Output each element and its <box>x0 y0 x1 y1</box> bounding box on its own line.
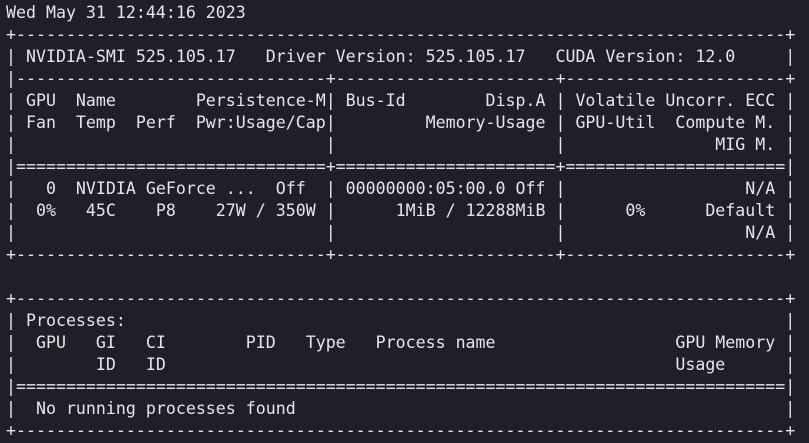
gpu-header-row-3: | | | MIG M. | <box>6 135 796 154</box>
table-top-border: +---------------------------------------… <box>6 25 796 44</box>
processes-header-row-2: | ID ID Usage | <box>6 355 796 374</box>
gpu-table-bottom-border: +-------------------------------+-------… <box>6 245 796 264</box>
terminal-output[interactable]: Wed May 31 12:44:16 2023 +--------------… <box>0 0 809 443</box>
header-divider: |-------------------------------+-------… <box>6 69 796 88</box>
driver-info-line: | NVIDIA-SMI 525.105.17 Driver Version: … <box>6 47 796 66</box>
gpu-row-1: | 0 NVIDIA GeForce ... Off | 00000000:05… <box>6 179 796 198</box>
gpu-row-2: | 0% 45C P8 27W / 350W | 1MiB / 12288MiB… <box>6 201 796 220</box>
gpu-header-row-2: | Fan Temp Perf Pwr:Usage/Cap| Memory-Us… <box>6 113 796 132</box>
processes-separator: |=======================================… <box>6 377 796 396</box>
processes-header-row-1: | GPU GI CI PID Type Process name GPU Me… <box>6 333 796 352</box>
no-processes-message: | No running processes found | <box>6 399 796 418</box>
timestamp-line: Wed May 31 12:44:16 2023 <box>6 3 246 22</box>
gpu-header-row-1: | GPU Name Persistence-M| Bus-Id Disp.A … <box>6 91 796 110</box>
processes-bottom-border: +---------------------------------------… <box>6 421 796 440</box>
processes-title: | Processes: | <box>6 311 796 330</box>
gpu-header-separator: |===============================+=======… <box>6 157 796 176</box>
processes-top-border: +---------------------------------------… <box>6 289 796 308</box>
gpu-row-3: | | | N/A | <box>6 223 796 242</box>
